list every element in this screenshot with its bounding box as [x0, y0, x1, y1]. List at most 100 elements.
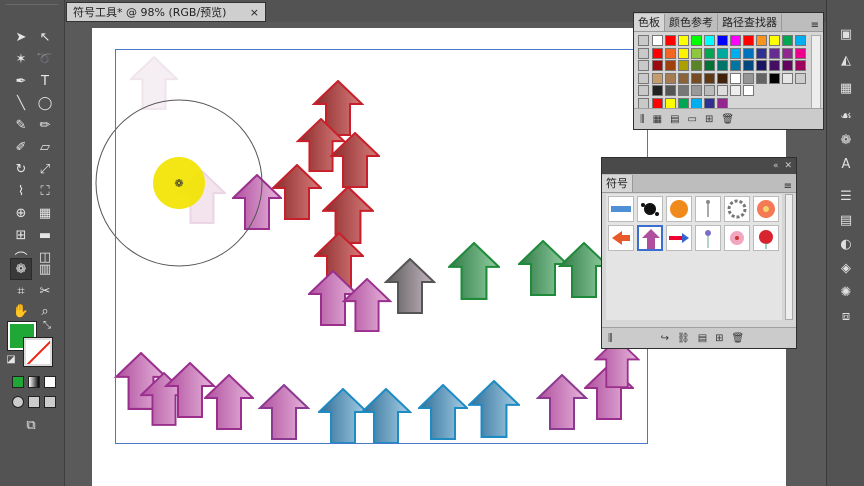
color-group-folder-icon[interactable] — [638, 72, 649, 84]
symbols-panel-header[interactable]: « ✕ — [602, 158, 796, 174]
symbol-rainbow-arrow[interactable] — [666, 225, 692, 251]
color-swatch[interactable] — [704, 97, 715, 109]
color-swatch[interactable] — [795, 60, 806, 71]
color-swatch[interactable] — [717, 85, 728, 96]
color-swatch[interactable] — [756, 35, 767, 46]
symbol-purple-arrow[interactable] — [637, 225, 663, 251]
color-group-folder-icon[interactable] — [638, 35, 649, 46]
color-swatch[interactable] — [756, 60, 767, 71]
color-swatch[interactable] — [652, 97, 663, 109]
color-swatch[interactable] — [678, 60, 689, 71]
panel-menu-icon[interactable]: ≡ — [811, 20, 823, 31]
color-swatch[interactable] — [691, 72, 702, 84]
color-swatch[interactable] — [743, 60, 754, 71]
collapse-icon[interactable]: « — [773, 161, 779, 171]
symbol-libraries-icon[interactable]: ⫼ — [608, 333, 613, 344]
selection-bounding-box[interactable] — [115, 49, 648, 444]
swatches-icon[interactable]: ▦ — [835, 78, 857, 98]
new-color-group-icon[interactable]: ▭ — [688, 114, 697, 125]
color-swatch[interactable] — [665, 35, 676, 46]
color-swatch[interactable] — [652, 72, 663, 84]
color-swatch[interactable] — [782, 72, 793, 84]
color-swatch[interactable] — [678, 97, 689, 109]
delete-symbol-icon[interactable]: 🗑 — [732, 333, 745, 344]
tab-swatches[interactable]: 色板 — [634, 14, 665, 31]
color-swatch[interactable] — [717, 72, 728, 84]
place-symbol-icon[interactable]: ↪ — [661, 333, 669, 344]
color-swatch[interactable] — [665, 85, 676, 96]
symbol-blue-banner[interactable] — [608, 196, 634, 222]
delete-swatch-icon[interactable]: 🗑 — [721, 114, 734, 125]
color-swatch[interactable] — [652, 60, 663, 71]
symbol-orange-flower[interactable] — [753, 196, 779, 222]
color-swatch[interactable] — [769, 72, 780, 84]
symbols-icon[interactable]: ❁ — [835, 130, 857, 150]
color-guide-icon[interactable]: ◭ — [835, 50, 857, 70]
color-swatch[interactable] — [769, 60, 780, 71]
color-swatch[interactable] — [782, 47, 793, 59]
symbol-red-arrow[interactable] — [608, 225, 634, 251]
color-swatch[interactable] — [743, 85, 754, 96]
color-swatch[interactable] — [717, 97, 728, 109]
color-group-folder-icon[interactable] — [638, 85, 649, 96]
graphic-styles-icon[interactable]: ✺ — [835, 282, 857, 302]
color-swatch[interactable] — [769, 47, 780, 59]
symbols-scrollbar[interactable] — [785, 194, 793, 320]
color-swatch[interactable] — [795, 35, 806, 46]
color-swatch[interactable] — [743, 47, 754, 59]
color-swatch[interactable] — [769, 35, 780, 46]
symbol-orange-button[interactable] — [666, 196, 692, 222]
color-swatch[interactable] — [782, 35, 793, 46]
color-swatch[interactable] — [743, 35, 754, 46]
tab-pathfinder[interactable]: 路径查找器 — [718, 14, 782, 31]
color-swatch[interactable] — [756, 47, 767, 59]
symbol-pink-flower[interactable] — [724, 225, 750, 251]
new-symbol-icon[interactable]: ⊞ — [715, 333, 723, 344]
swatches-scrollbar[interactable] — [811, 35, 821, 111]
new-swatch-icon[interactable]: ⊞ — [705, 114, 713, 125]
symbol-pin[interactable] — [695, 196, 721, 222]
appearance-icon[interactable]: ◐ — [835, 234, 857, 254]
color-panel-icon[interactable]: ▣ — [835, 24, 857, 44]
panel-menu-icon[interactable]: ≡ — [784, 181, 796, 192]
color-swatch[interactable] — [730, 85, 741, 96]
symbol-options-icon[interactable]: ▤ — [698, 333, 707, 344]
symbol-red-rose[interactable] — [753, 225, 779, 251]
color-swatch[interactable] — [704, 72, 715, 84]
color-swatch[interactable] — [717, 47, 728, 59]
color-swatch[interactable] — [730, 47, 741, 59]
color-swatch[interactable] — [795, 47, 806, 59]
close-panel-icon[interactable]: ✕ — [784, 161, 792, 171]
color-swatch[interactable] — [652, 85, 663, 96]
color-swatch[interactable] — [730, 35, 741, 46]
color-swatch[interactable] — [691, 60, 702, 71]
color-swatch[interactable] — [691, 35, 702, 46]
color-swatch[interactable] — [691, 85, 702, 96]
color-swatch[interactable] — [730, 60, 741, 71]
color-swatch[interactable] — [795, 72, 806, 84]
color-swatch[interactable] — [665, 60, 676, 71]
tab-color-guide[interactable]: 颜色参考 — [665, 14, 718, 31]
color-swatch[interactable] — [652, 47, 663, 59]
color-swatch[interactable] — [665, 72, 676, 84]
brushes-icon[interactable]: ☙ — [835, 106, 857, 126]
color-swatch[interactable] — [704, 85, 715, 96]
color-group-folder-icon[interactable] — [638, 60, 649, 71]
color-swatch[interactable] — [704, 47, 715, 59]
color-swatch[interactable] — [665, 47, 676, 59]
color-swatch[interactable] — [665, 97, 676, 109]
character-icon[interactable]: A — [835, 154, 857, 174]
gradient-icon[interactable]: ▤ — [835, 210, 857, 230]
symbol-iris[interactable] — [695, 225, 721, 251]
symbol-flower-ring[interactable] — [724, 196, 750, 222]
color-group-folder-icon[interactable] — [638, 97, 649, 109]
color-swatch[interactable] — [730, 72, 741, 84]
color-swatch[interactable] — [704, 35, 715, 46]
color-swatch[interactable] — [782, 60, 793, 71]
break-link-icon[interactable]: ⛓ — [677, 333, 690, 344]
color-swatch[interactable] — [652, 35, 663, 46]
color-swatch[interactable] — [691, 47, 702, 59]
color-swatch[interactable] — [717, 35, 728, 46]
tab-symbols[interactable]: 符号 — [602, 175, 633, 192]
color-swatch[interactable] — [704, 60, 715, 71]
